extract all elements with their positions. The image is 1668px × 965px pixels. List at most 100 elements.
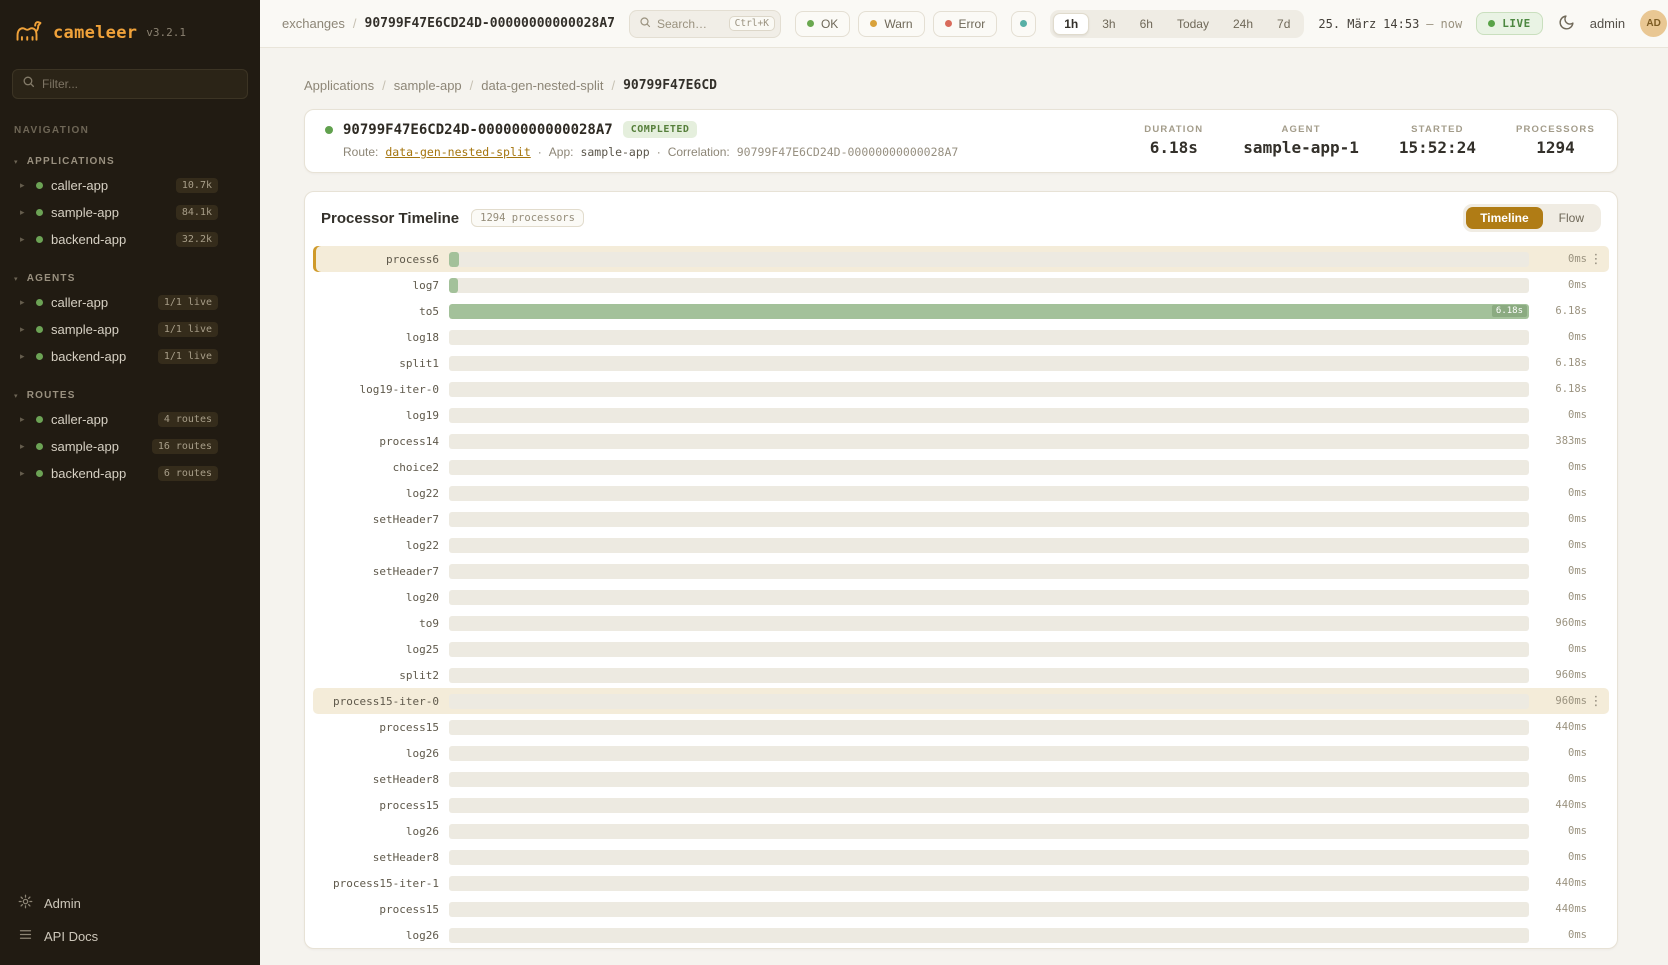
timeline-row-choice2[interactable]: choice20ms	[313, 454, 1609, 480]
sidebar-item-caller-app[interactable]: ▸caller-app1/1 live	[0, 289, 260, 316]
row-duration: 0ms	[1529, 591, 1587, 603]
sidebar-item-caller-app[interactable]: ▸caller-app10.7k	[0, 172, 260, 199]
row-duration: 0ms	[1529, 331, 1587, 343]
processor-name: process14	[317, 435, 449, 448]
row-duration: 6.18s	[1529, 357, 1587, 369]
view-toggle-flow[interactable]: Flow	[1545, 207, 1598, 229]
timeline-row-to9[interactable]: to9960ms	[313, 610, 1609, 636]
status-dot-icon	[36, 326, 43, 333]
processor-name: log26	[317, 929, 449, 942]
date-range[interactable]: 25. März 14:53 — now	[1318, 17, 1462, 31]
timeline-row-log20[interactable]: log200ms	[313, 584, 1609, 610]
timeline-track	[449, 252, 1529, 267]
row-duration: 6.18s	[1529, 383, 1587, 395]
row-menu-icon[interactable]: ⋮	[1587, 251, 1605, 267]
timeline-row-log26[interactable]: log260ms	[313, 740, 1609, 766]
breadcrumb-item-90799f47e6cd: 90799F47E6CD	[623, 78, 717, 93]
timeline-row-setHeader8[interactable]: setHeader80ms	[313, 844, 1609, 870]
user-avatar[interactable]: AD	[1640, 10, 1667, 37]
time-range-today[interactable]: Today	[1166, 13, 1220, 35]
timeline-row-process15-iter-0[interactable]: process15-iter-0960ms⋮	[313, 688, 1609, 714]
row-menu-icon[interactable]: ⋮	[1587, 693, 1605, 709]
processor-name: split1	[317, 357, 449, 370]
timeline-row-process15[interactable]: process15440ms	[313, 896, 1609, 922]
processor-name: process15-iter-1	[317, 877, 449, 890]
sidebar-group-header-applications[interactable]: ▾APPLICATIONS	[14, 156, 246, 167]
timeline-row-log19[interactable]: log190ms	[313, 402, 1609, 428]
timeline-row-log7[interactable]: log70ms	[313, 272, 1609, 298]
status-dot-icon	[945, 20, 952, 27]
time-range-7d[interactable]: 7d	[1266, 13, 1301, 35]
pulse-indicator-chip[interactable]	[1011, 11, 1036, 37]
timeline-row-process15-iter-1[interactable]: process15-iter-1440ms	[313, 870, 1609, 896]
sidebar-item-backend-app[interactable]: ▸backend-app6 routes	[0, 460, 260, 487]
timeline-track	[449, 902, 1529, 917]
timeline-row-process15[interactable]: process15440ms	[313, 792, 1609, 818]
row-duration: 0ms	[1529, 773, 1587, 785]
sidebar-group-header-agents[interactable]: ▾AGENTS	[14, 273, 246, 284]
timeline-row-to5[interactable]: to56.18s6.18s	[313, 298, 1609, 324]
filter-input[interactable]	[42, 77, 238, 91]
status-filter-error[interactable]: Error	[933, 11, 998, 37]
live-toggle[interactable]: LIVE	[1476, 12, 1543, 35]
timeline-row-process14[interactable]: process14383ms	[313, 428, 1609, 454]
view-toggle-timeline[interactable]: Timeline	[1466, 207, 1542, 229]
breadcrumb-item-applications[interactable]: Applications	[304, 78, 374, 93]
global-search[interactable]: Search… Ctrl+K	[629, 10, 781, 38]
timeline-track	[449, 798, 1529, 813]
timeline-row-log19-iter-0[interactable]: log19-iter-06.18s	[313, 376, 1609, 402]
breadcrumb-item-data-gen-nested-split[interactable]: data-gen-nested-split	[481, 78, 603, 93]
footer-label: API Docs	[44, 929, 98, 944]
timeline-row-process6[interactable]: process60ms⋮	[313, 246, 1609, 272]
sidebar-item-sample-app[interactable]: ▸sample-app84.1k	[0, 199, 260, 226]
stat-value: 15:52:24	[1399, 138, 1476, 157]
stat-agent: AGENTsample-app-1	[1243, 124, 1359, 157]
status-filter-warn[interactable]: Warn	[858, 11, 924, 37]
status-dot-icon	[36, 443, 43, 450]
theme-toggle[interactable]	[1558, 14, 1575, 34]
topbar-right-cluster: LIVE admin AD	[1476, 10, 1667, 37]
timeline-track	[449, 278, 1529, 293]
logo-row[interactable]: cameleer v3.2.1	[0, 0, 260, 59]
timeline-row-log26[interactable]: log260ms	[313, 818, 1609, 844]
correlation-label: Correlation:	[668, 145, 730, 159]
timeline-row-split2[interactable]: split2960ms	[313, 662, 1609, 688]
sidebar-group-header-routes[interactable]: ▾ROUTES	[14, 390, 246, 401]
timeline-row-setHeader7[interactable]: setHeader70ms	[313, 506, 1609, 532]
processor-count-badge: 1294 processors	[471, 209, 584, 227]
row-duration: 0ms	[1529, 539, 1587, 551]
timeline-row-setHeader8[interactable]: setHeader8 0ms	[313, 766, 1609, 792]
processor-name: process15-iter-0	[317, 695, 449, 708]
sidebar-item-backend-app[interactable]: ▸backend-app1/1 live	[0, 343, 260, 370]
row-duration: 0ms	[1529, 279, 1587, 291]
breadcrumb-exchanges-link[interactable]: exchanges	[282, 16, 345, 31]
route-link[interactable]: data-gen-nested-split	[385, 145, 530, 159]
breadcrumb-item-sample-app[interactable]: sample-app	[394, 78, 462, 93]
timeline-row-setHeader7[interactable]: setHeader70ms	[313, 558, 1609, 584]
sidebar-item-sample-app[interactable]: ▸sample-app16 routes	[0, 433, 260, 460]
timeline-row-split1[interactable]: split1 6.18s	[313, 350, 1609, 376]
timeline-row-process15[interactable]: process15440ms	[313, 714, 1609, 740]
chevron-right-icon: ▸	[20, 297, 28, 308]
sidebar-item-caller-app[interactable]: ▸caller-app4 routes	[0, 406, 260, 433]
footer-item-api-docs[interactable]: API Docs	[18, 927, 242, 945]
count-badge: 4 routes	[158, 412, 218, 427]
row-duration: 0ms	[1529, 747, 1587, 759]
timeline-row-log26[interactable]: log260ms	[313, 922, 1609, 948]
time-range-6h[interactable]: 6h	[1129, 13, 1164, 35]
footer-item-admin[interactable]: Admin	[18, 894, 242, 912]
sidebar-item-sample-app[interactable]: ▸sample-app1/1 live	[0, 316, 260, 343]
username-label[interactable]: admin	[1590, 16, 1625, 31]
timeline-track	[449, 408, 1529, 423]
timeline-row-log18[interactable]: log180ms	[313, 324, 1609, 350]
processor-name: setHeader8	[317, 773, 449, 786]
timeline-row-log25[interactable]: log250ms	[313, 636, 1609, 662]
timeline-row-log22[interactable]: log220ms	[313, 532, 1609, 558]
time-range-24h[interactable]: 24h	[1222, 13, 1264, 35]
range-end: now	[1441, 17, 1463, 31]
timeline-row-log22[interactable]: log220ms	[313, 480, 1609, 506]
time-range-1h[interactable]: 1h	[1053, 13, 1089, 35]
status-filter-ok[interactable]: OK	[795, 11, 850, 37]
time-range-3h[interactable]: 3h	[1091, 13, 1126, 35]
sidebar-item-backend-app[interactable]: ▸backend-app32.2k	[0, 226, 260, 253]
